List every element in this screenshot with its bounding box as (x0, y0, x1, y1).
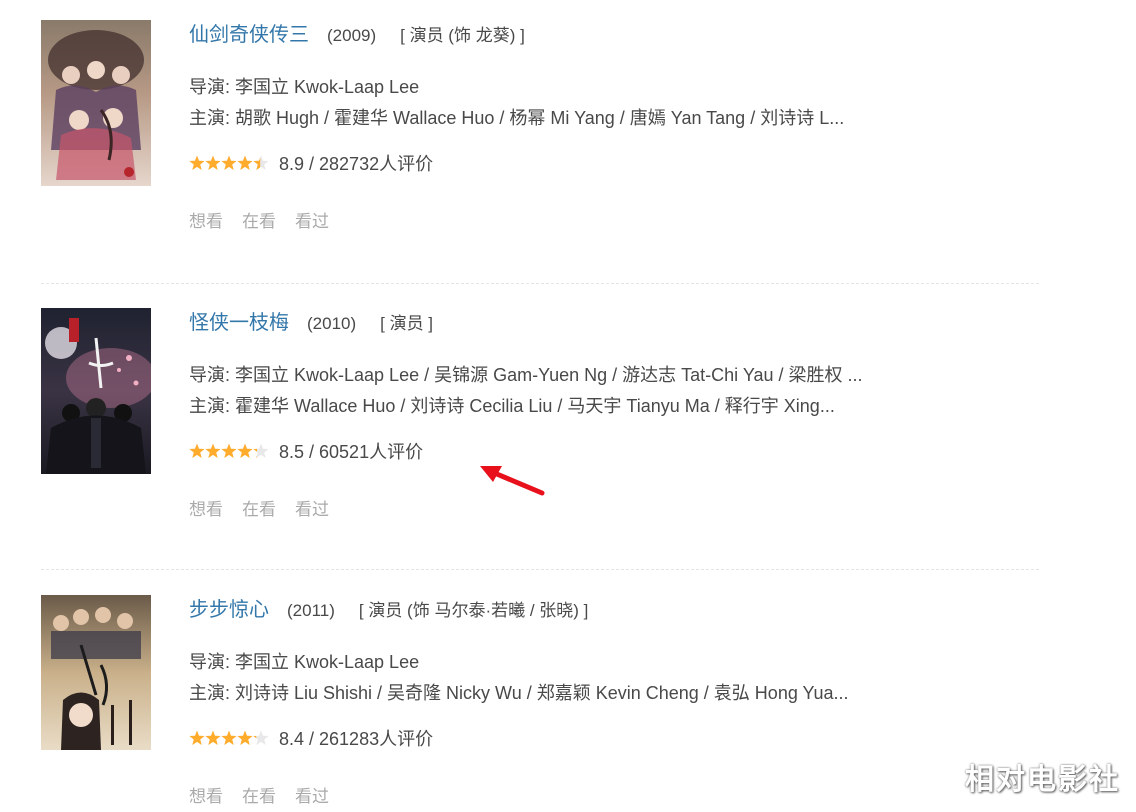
divider (41, 283, 1039, 284)
star-filled (221, 730, 237, 745)
rating-text: 8.5 / 60521人评价 (279, 442, 424, 462)
want-to-watch-button[interactable]: 想看 (189, 787, 223, 806)
poster-image-2 (41, 308, 151, 474)
star-filled (205, 730, 221, 745)
watermark: 相对电影社 (964, 764, 1120, 796)
star-filled (189, 155, 205, 170)
movie-year: (2009) (327, 26, 377, 45)
rating-row: 8.5 / 60521人评价 (189, 440, 423, 464)
want-to-watch-button[interactable]: 想看 (189, 500, 223, 519)
poster-image-1 (41, 20, 151, 186)
star-filled (221, 443, 237, 458)
star-filled (189, 443, 205, 458)
star-filled (189, 730, 205, 745)
rating-row: 8.4 / 261283人评价 (189, 727, 433, 751)
star-filled (205, 443, 221, 458)
watched-button[interactable]: 看过 (295, 500, 329, 519)
movie-poster[interactable] (41, 308, 151, 474)
movie-list-page: 仙剑奇侠传三 (2009) [ 演员 (饰 龙葵) ] 导演: 李国立 Kwok-L… (0, 0, 1136, 812)
role-label: [ 演员 ] (380, 314, 434, 333)
star-filled (205, 155, 221, 170)
directors-line: 导演: 李国立 Kwok-Laap Lee (189, 77, 420, 97)
rating-text: 8.4 / 261283人评价 (279, 729, 434, 749)
star-filled (237, 155, 253, 170)
star-rating-icon (189, 730, 269, 745)
action-buttons: 想看 在看 看过 (189, 499, 348, 521)
cast-line: 主演: 胡歌 Hugh / 霍建华 Wallace Huo / 杨幂 Mi Ya… (189, 108, 845, 128)
movie-poster[interactable] (41, 595, 151, 761)
directors-line: 导演: 李国立 Kwok-Laap Lee (189, 652, 420, 672)
rating-text: 8.9 / 282732人评价 (279, 154, 434, 174)
star-filled (221, 155, 237, 170)
star-rating-icon (189, 443, 269, 458)
action-buttons: 想看 在看 看过 (189, 786, 348, 808)
watching-button[interactable]: 在看 (242, 500, 276, 519)
watching-button[interactable]: 在看 (242, 212, 276, 231)
role-label: [ 演员 (饰 龙葵) ] (400, 26, 525, 45)
movie-title-link[interactable]: 怪侠一枝梅 (189, 312, 289, 334)
cast-line: 主演: 霍建华 Wallace Huo / 刘诗诗 Cecilia Liu / … (189, 396, 835, 416)
action-buttons: 想看 在看 看过 (189, 211, 348, 233)
title-row: 怪侠一枝梅 (2010) [ 演员 ] (189, 310, 433, 337)
red-arrow-icon (480, 466, 545, 496)
watched-button[interactable]: 看过 (295, 212, 329, 231)
role-label: [ 演员 (饰 马尔泰·若曦 / 张晓) ] (358, 601, 589, 620)
want-to-watch-button[interactable]: 想看 (189, 212, 223, 231)
poster-image-3 (41, 595, 151, 750)
star-rating-icon (189, 155, 269, 170)
movie-year: (2011) (287, 601, 335, 620)
star-filled (237, 443, 253, 458)
movie-poster[interactable] (41, 20, 151, 186)
title-row: 仙剑奇侠传三 (2009) [ 演员 (饰 龙葵) ] (189, 22, 525, 49)
movie-title-link[interactable]: 仙剑奇侠传三 (189, 24, 309, 46)
movie-title-link[interactable]: 步步惊心 (189, 599, 269, 621)
divider (41, 569, 1039, 570)
watched-button[interactable]: 看过 (295, 787, 329, 806)
star-filled (237, 730, 253, 745)
movie-year: (2010) (307, 314, 357, 333)
watching-button[interactable]: 在看 (242, 787, 276, 806)
rating-row: 8.9 / 282732人评价 (189, 152, 433, 176)
directors-line: 导演: 李国立 Kwok-Laap Lee / 吴锦源 Gam-Yuen Ng … (189, 365, 863, 385)
cast-line: 主演: 刘诗诗 Liu Shishi / 吴奇隆 Nicky Wu / 郑嘉颖 … (189, 683, 849, 703)
title-row: 步步惊心 (2011) [ 演员 (饰 马尔泰·若曦 / 张晓) ] (189, 597, 588, 624)
